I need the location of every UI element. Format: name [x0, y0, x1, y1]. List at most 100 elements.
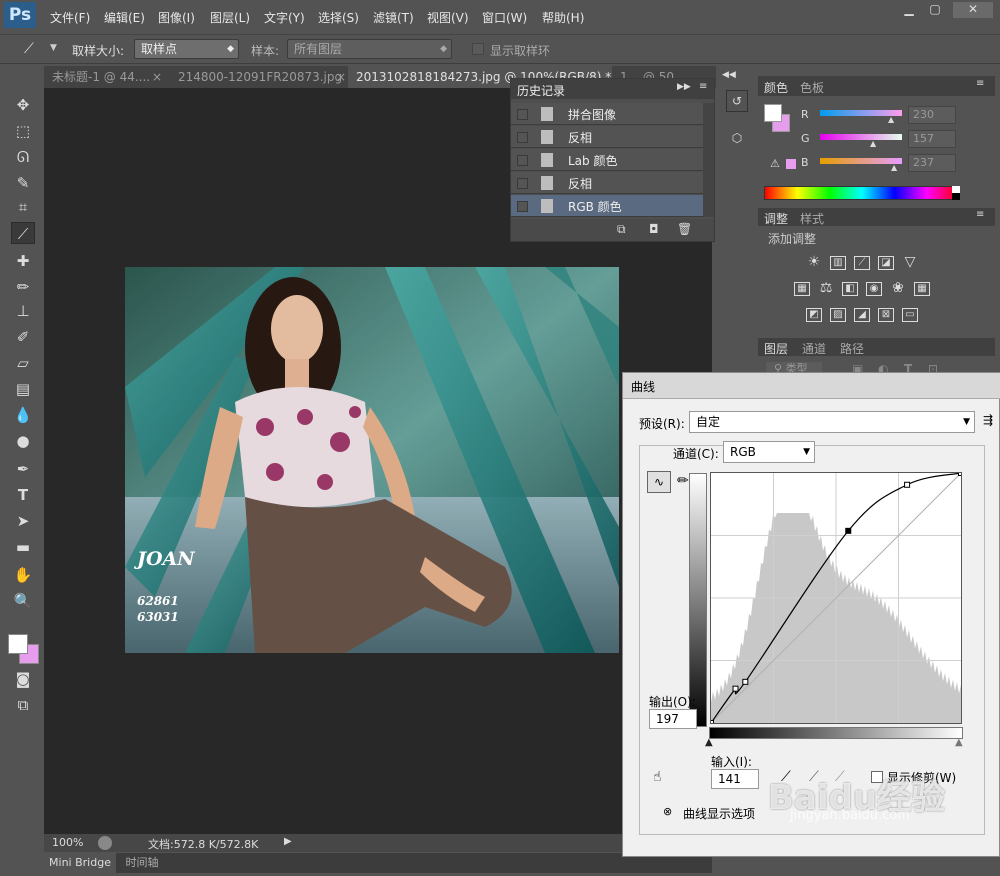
color-balance-icon[interactable]: ⚖: [818, 281, 834, 296]
hand-target-icon[interactable]: ☝: [653, 769, 662, 785]
maximize-icon[interactable]: ▢: [923, 2, 947, 18]
zoom-tool-icon[interactable]: 🔍: [11, 590, 35, 612]
vibrance-icon[interactable]: ▽: [902, 255, 918, 270]
tab-214800[interactable]: 214800-12091FR20873.jpg ×: [170, 66, 348, 88]
panel-menu-icon[interactable]: ≡: [699, 81, 707, 92]
history-item[interactable]: 反相: [511, 172, 703, 194]
minimize-icon[interactable]: ▁: [897, 2, 921, 18]
curve-point[interactable]: [845, 527, 852, 534]
screen-mode-icon[interactable]: ⧉: [11, 694, 35, 716]
tab-channels[interactable]: 通道: [802, 340, 826, 357]
camera-icon[interactable]: ◘: [649, 222, 659, 236]
exposure-icon[interactable]: ◪: [878, 256, 894, 270]
hand-tool-icon[interactable]: ✋: [11, 564, 35, 586]
path-select-icon[interactable]: ➤: [11, 510, 35, 532]
share-icon[interactable]: [98, 836, 112, 850]
close-icon[interactable]: ✕: [953, 2, 993, 18]
slider-handle-icon[interactable]: ▲: [891, 163, 897, 172]
color-spectrum[interactable]: [764, 186, 960, 200]
tab-color[interactable]: 颜色: [764, 79, 788, 96]
quick-select-tool-icon[interactable]: ✎: [11, 172, 35, 194]
gradient-map-icon[interactable]: ▭: [902, 308, 918, 322]
history-item[interactable]: Lab 颜色: [511, 149, 703, 171]
curve-point[interactable]: [904, 481, 911, 488]
menu-window[interactable]: 窗口(W): [482, 9, 527, 26]
menu-file[interactable]: 文件(F): [50, 9, 90, 26]
curve-point[interactable]: [708, 720, 714, 726]
tab-paths[interactable]: 路径: [840, 340, 864, 357]
crop-tool-icon[interactable]: ⌗: [11, 196, 35, 218]
blue-slider[interactable]: [820, 158, 902, 164]
bw-ramp[interactable]: [952, 186, 960, 200]
brightness-icon[interactable]: ☀: [806, 255, 822, 270]
slider-handle-icon[interactable]: ▲: [888, 115, 894, 124]
menu-image[interactable]: 图像(I): [158, 9, 195, 26]
history-scrollbar[interactable]: [703, 103, 714, 217]
white-point-slider[interactable]: ▲: [955, 737, 963, 748]
quick-mask-icon[interactable]: ◙: [11, 668, 35, 690]
tab-swatches[interactable]: 色板: [800, 79, 824, 96]
brush-tool-icon[interactable]: ✏: [11, 276, 35, 298]
curve-graph[interactable]: [708, 470, 964, 726]
preset-options-icon[interactable]: ⇶: [983, 413, 993, 427]
dodge-tool-icon[interactable]: ●: [11, 430, 35, 452]
invert-icon[interactable]: ◩: [806, 308, 822, 322]
menu-view[interactable]: 视图(V): [427, 9, 469, 26]
threshold-icon[interactable]: ◢: [854, 308, 870, 322]
menu-type[interactable]: 文字(Y): [264, 9, 305, 26]
color-lookup-icon[interactable]: ▦: [914, 282, 930, 296]
healing-brush-icon[interactable]: ✚: [11, 250, 35, 272]
tab-timeline[interactable]: 时间轴: [120, 853, 164, 873]
blur-tool-icon[interactable]: 💧: [11, 404, 35, 426]
sample-select[interactable]: 所有图层 ◆: [287, 39, 452, 59]
preset-select[interactable]: 自定 ▼: [689, 411, 975, 433]
output-field[interactable]: 197: [649, 709, 697, 729]
eyedropper-icon[interactable]: ⟋: [24, 41, 34, 57]
pencil-icon[interactable]: ✏: [677, 473, 689, 489]
black-white-icon[interactable]: ◧: [842, 282, 858, 296]
chevron-down-icon[interactable]: ▼: [50, 43, 57, 53]
zoom-level[interactable]: 100%: [52, 836, 83, 849]
tab-mini-bridge[interactable]: Mini Bridge: [44, 853, 116, 873]
gradient-tool-icon[interactable]: ▤: [11, 378, 35, 400]
3d-dock-icon[interactable]: ⬡: [726, 128, 748, 150]
history-checkbox[interactable]: [517, 178, 528, 189]
menu-select[interactable]: 选择(S): [318, 9, 359, 26]
selective-color-icon[interactable]: ⊠: [878, 308, 894, 322]
menu-help[interactable]: 帮助(H): [542, 9, 584, 26]
history-brush-icon[interactable]: ✐: [11, 326, 35, 348]
black-point-slider[interactable]: ▲: [705, 737, 713, 748]
channel-mixer-icon[interactable]: ❀: [890, 281, 906, 296]
panel-menu-icon[interactable]: ≡: [976, 78, 984, 89]
tab-untitled[interactable]: 未标题-1 @ 44.... ×: [44, 66, 164, 88]
tab-layers[interactable]: 图层: [764, 340, 788, 357]
curve-edit-icon[interactable]: ∿: [647, 471, 671, 493]
collapse-icon[interactable]: ◀◀: [722, 70, 736, 80]
close-icon[interactable]: ×: [336, 66, 346, 88]
history-checkbox[interactable]: [517, 132, 528, 143]
history-checkbox[interactable]: [517, 155, 528, 166]
hue-saturation-icon[interactable]: ▦: [794, 282, 810, 296]
new-document-icon[interactable]: ⧉: [617, 222, 626, 237]
photo-filter-icon[interactable]: ◉: [866, 282, 882, 296]
red-value[interactable]: 230: [908, 106, 956, 124]
levels-icon[interactable]: ▥: [830, 256, 846, 270]
curve-point[interactable]: [732, 685, 739, 692]
sample-size-select[interactable]: 取样点 ◆: [134, 39, 239, 59]
history-item-selected[interactable]: RGB 颜色: [511, 195, 703, 217]
menu-filter[interactable]: 滤镜(T): [373, 9, 414, 26]
warning-icon[interactable]: ⚠: [770, 157, 780, 170]
history-item[interactable]: 反相: [511, 126, 703, 148]
history-checkbox[interactable]: [517, 109, 528, 120]
collapse-icon[interactable]: ▶▶: [677, 82, 691, 92]
curve-display-options[interactable]: 曲线显示选项: [683, 805, 755, 822]
posterize-icon[interactable]: ▨: [830, 308, 846, 322]
status-arrow-icon[interactable]: ▶: [284, 836, 292, 847]
panel-menu-icon[interactable]: ≡: [976, 209, 984, 220]
eyedropper-tool-icon[interactable]: ⟋: [11, 222, 35, 244]
curve-plot[interactable]: [708, 470, 964, 726]
blue-value[interactable]: 237: [908, 154, 956, 172]
curve-point[interactable]: [958, 470, 964, 476]
close-icon[interactable]: ×: [152, 66, 162, 88]
menu-layer[interactable]: 图层(L): [210, 9, 250, 26]
